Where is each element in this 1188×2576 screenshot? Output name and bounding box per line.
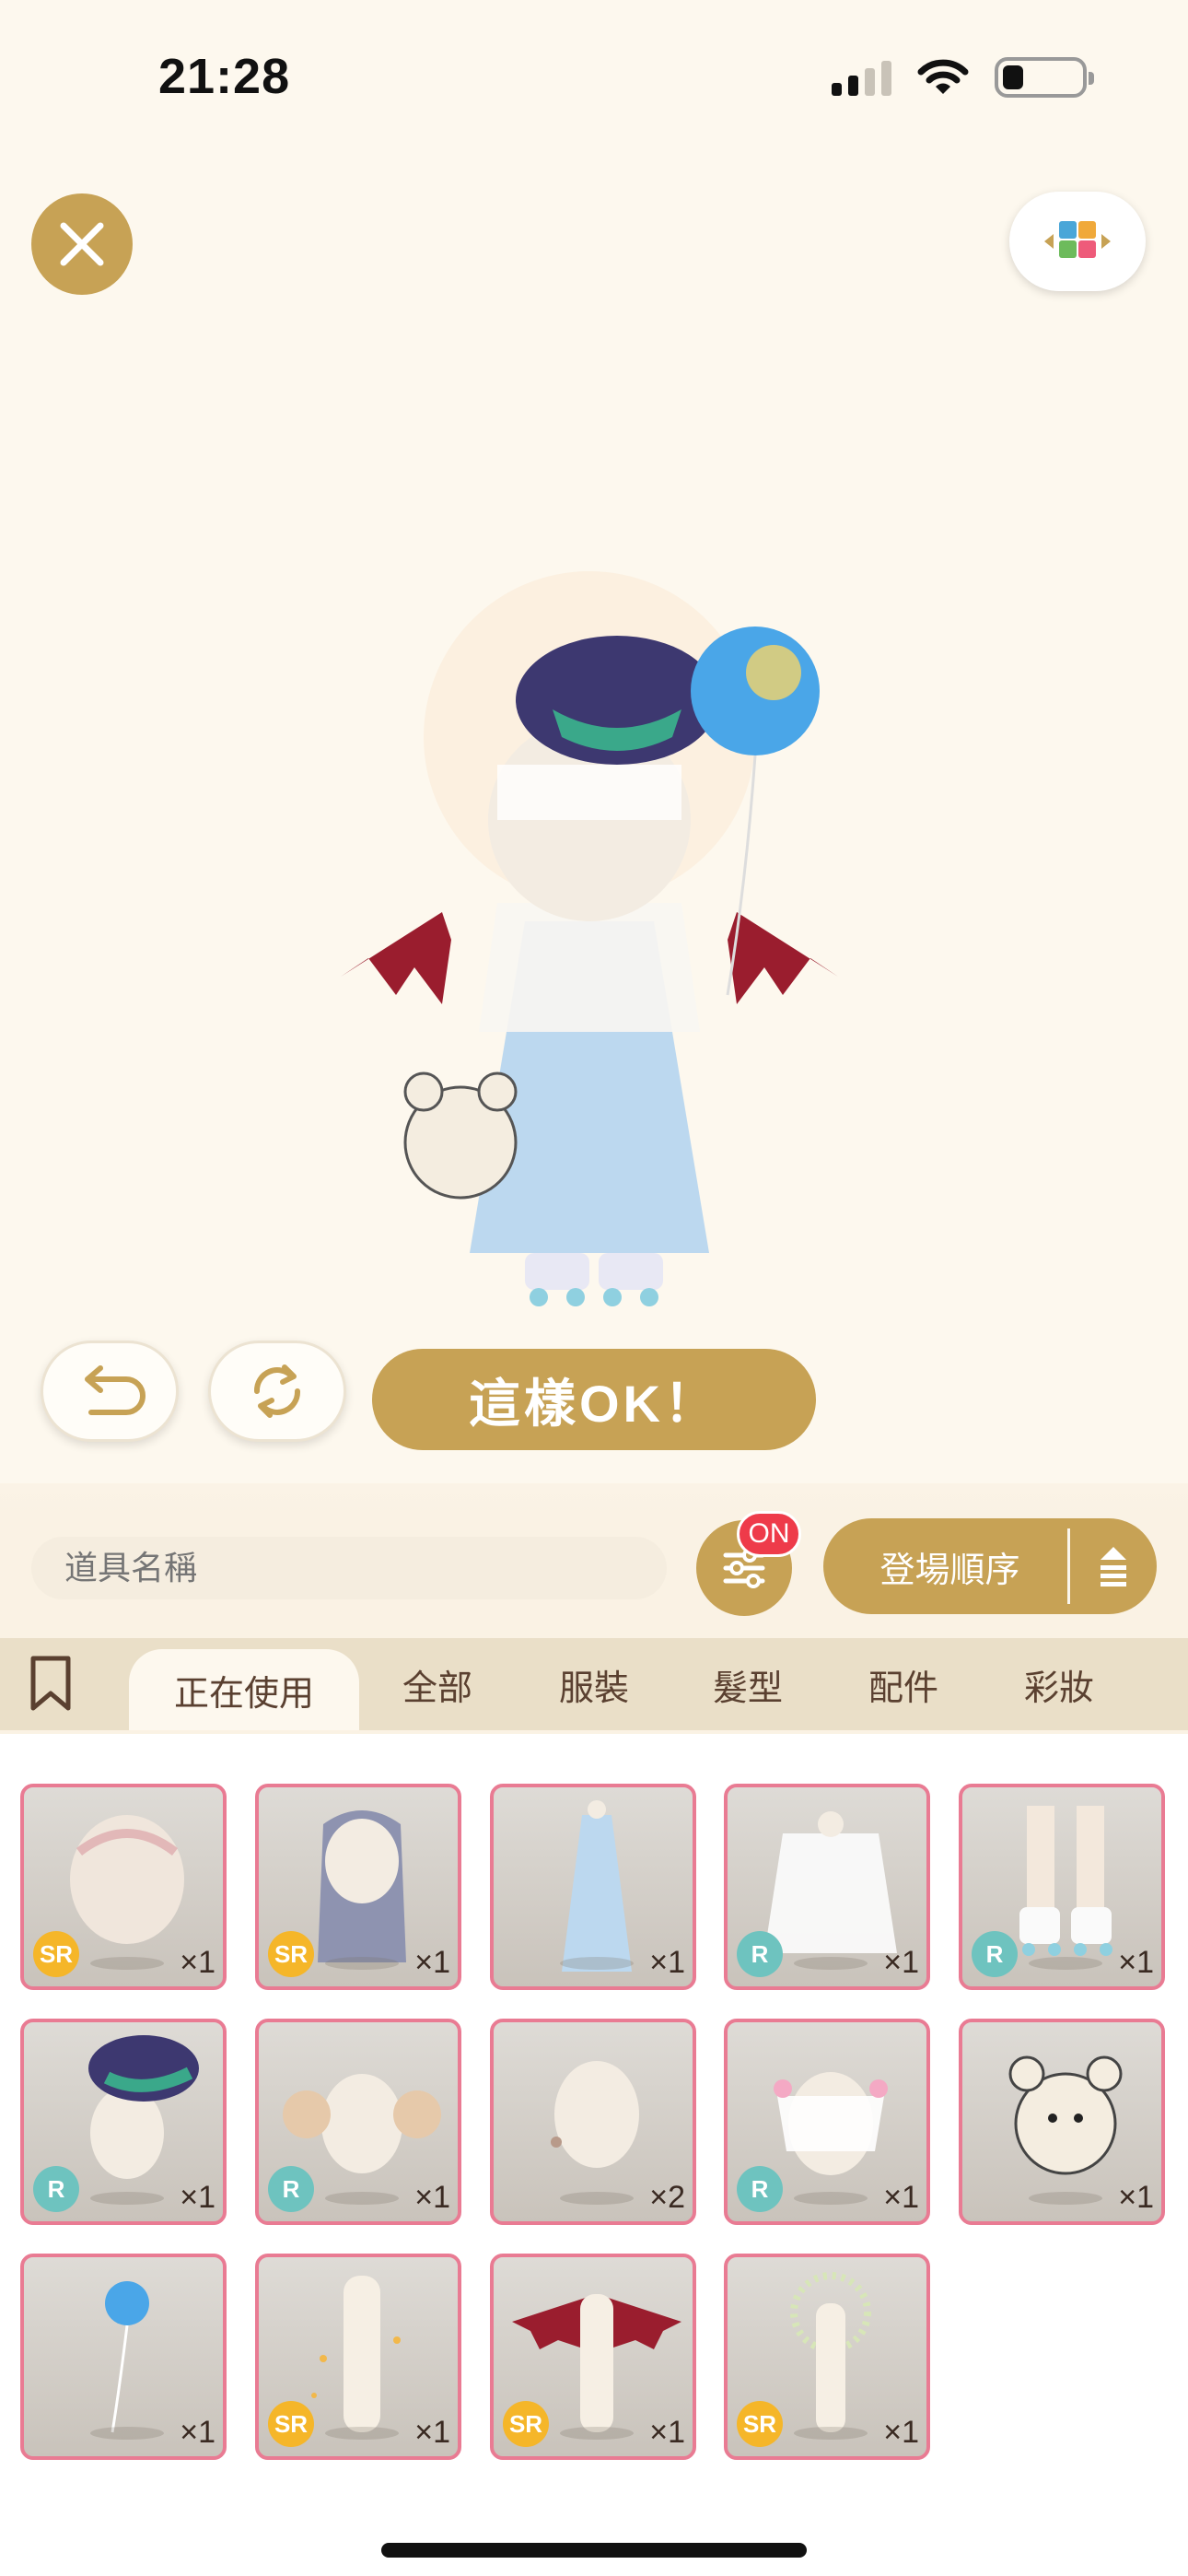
item-quantity: ×1 <box>883 2180 919 2215</box>
item-shadow <box>794 1957 868 1970</box>
inventory-item[interactable]: SR ×1 <box>20 1784 227 1990</box>
rarity-badge: SR <box>33 1931 79 1977</box>
sort-button[interactable]: 登場順序 <box>823 1518 1157 1614</box>
item-quantity: ×1 <box>649 1945 685 1980</box>
item-shadow <box>560 1957 634 1970</box>
rarity-badge: SR <box>268 1931 314 1977</box>
refresh-icon <box>254 1364 300 1418</box>
inventory-item[interactable]: R ×1 <box>20 2019 227 2225</box>
status-icons <box>832 57 1094 98</box>
item-quantity: ×1 <box>883 2415 919 2450</box>
inventory-item[interactable]: SR ×1 <box>255 1784 461 1990</box>
battery-icon <box>995 57 1094 98</box>
tab-in-use[interactable]: 正在使用 <box>129 1649 359 1730</box>
close-button[interactable] <box>31 193 133 295</box>
tab-all[interactable]: 全部 <box>387 1638 488 1730</box>
status-time: 21:28 <box>158 49 291 104</box>
inventory-item[interactable]: ×1 <box>959 2019 1165 2225</box>
item-shadow <box>325 1957 399 1970</box>
sort-label: 登場順序 <box>879 1551 1020 1590</box>
item-quantity: ×1 <box>180 1945 215 1980</box>
inventory-item[interactable]: ×2 <box>490 2019 696 2225</box>
signal-icon <box>832 59 891 96</box>
item-quantity: ×2 <box>649 2180 685 2215</box>
item-quantity: ×1 <box>180 2180 215 2215</box>
tab-clothing[interactable]: 服裝 <box>543 1638 645 1730</box>
item-quantity: ×1 <box>883 1945 919 1980</box>
undo-icon <box>85 1365 146 1415</box>
bookmark-icon <box>30 1656 71 1711</box>
inventory-item[interactable]: ×1 <box>490 1784 696 1990</box>
inventory-item[interactable]: R ×1 <box>724 2019 930 2225</box>
rarity-badge: SR <box>503 2401 549 2447</box>
avatar-preview <box>341 571 838 1306</box>
rarity-badge: SR <box>268 2401 314 2447</box>
home-indicator <box>381 2543 807 2558</box>
item-shadow <box>90 2427 164 2440</box>
inventory-item[interactable]: R ×1 <box>959 1784 1165 1990</box>
item-shadow <box>794 2192 868 2205</box>
rarity-badge: SR <box>737 2401 783 2447</box>
item-shadow <box>560 2427 634 2440</box>
item-quantity: ×1 <box>414 2415 450 2450</box>
confirm-ok-button[interactable]: 這樣OK！ <box>372 1349 816 1450</box>
rarity-badge: R <box>737 1931 783 1977</box>
close-icon <box>60 222 104 266</box>
rarity-badge: R <box>268 2166 314 2212</box>
item-shadow <box>1029 1957 1102 1970</box>
inventory-item[interactable]: ×1 <box>20 2254 227 2460</box>
item-quantity: ×1 <box>1118 2180 1154 2215</box>
item-shadow <box>1029 2192 1102 2205</box>
item-quantity: ×1 <box>180 2415 215 2450</box>
inventory-item[interactable]: R ×1 <box>255 2019 461 2225</box>
sort-divider <box>1067 1528 1070 1604</box>
item-quantity: ×1 <box>414 1945 450 1980</box>
item-quantity: ×1 <box>649 2415 685 2450</box>
inventory-item[interactable]: SR ×1 <box>255 2254 461 2460</box>
item-shadow <box>325 2192 399 2205</box>
tab-hairstyle[interactable]: 髮型 <box>697 1638 798 1730</box>
tab-accessories[interactable]: 配件 <box>853 1638 954 1730</box>
inventory-item[interactable]: R ×1 <box>724 1784 930 1990</box>
item-shadow <box>325 2427 399 2440</box>
item-shadow <box>90 1957 164 1970</box>
inventory-item[interactable]: SR ×1 <box>490 2254 696 2460</box>
rarity-badge: R <box>972 1931 1018 1977</box>
item-shadow <box>560 2192 634 2205</box>
item-shadow <box>90 2192 164 2205</box>
item-name-search-input[interactable] <box>31 1537 667 1599</box>
rarity-badge: R <box>737 2166 783 2212</box>
item-quantity: ×1 <box>1118 1945 1154 1980</box>
undo-button[interactable] <box>41 1341 179 1442</box>
wifi-icon <box>917 59 969 94</box>
reset-button[interactable] <box>208 1341 346 1442</box>
bookmark-tab[interactable] <box>28 1655 74 1716</box>
rarity-badge: R <box>33 2166 79 2212</box>
grid-arrows-icon <box>1044 221 1111 258</box>
filter-on-badge: ON <box>737 1511 801 1557</box>
item-shadow <box>794 2427 868 2440</box>
inventory-item[interactable]: SR ×1 <box>724 2254 930 2460</box>
sort-order-icon[interactable] <box>1070 1543 1157 1589</box>
layout-switch-button[interactable] <box>1009 192 1146 291</box>
tab-makeup[interactable]: 彩妝 <box>1008 1638 1110 1730</box>
item-quantity: ×1 <box>414 2180 450 2215</box>
